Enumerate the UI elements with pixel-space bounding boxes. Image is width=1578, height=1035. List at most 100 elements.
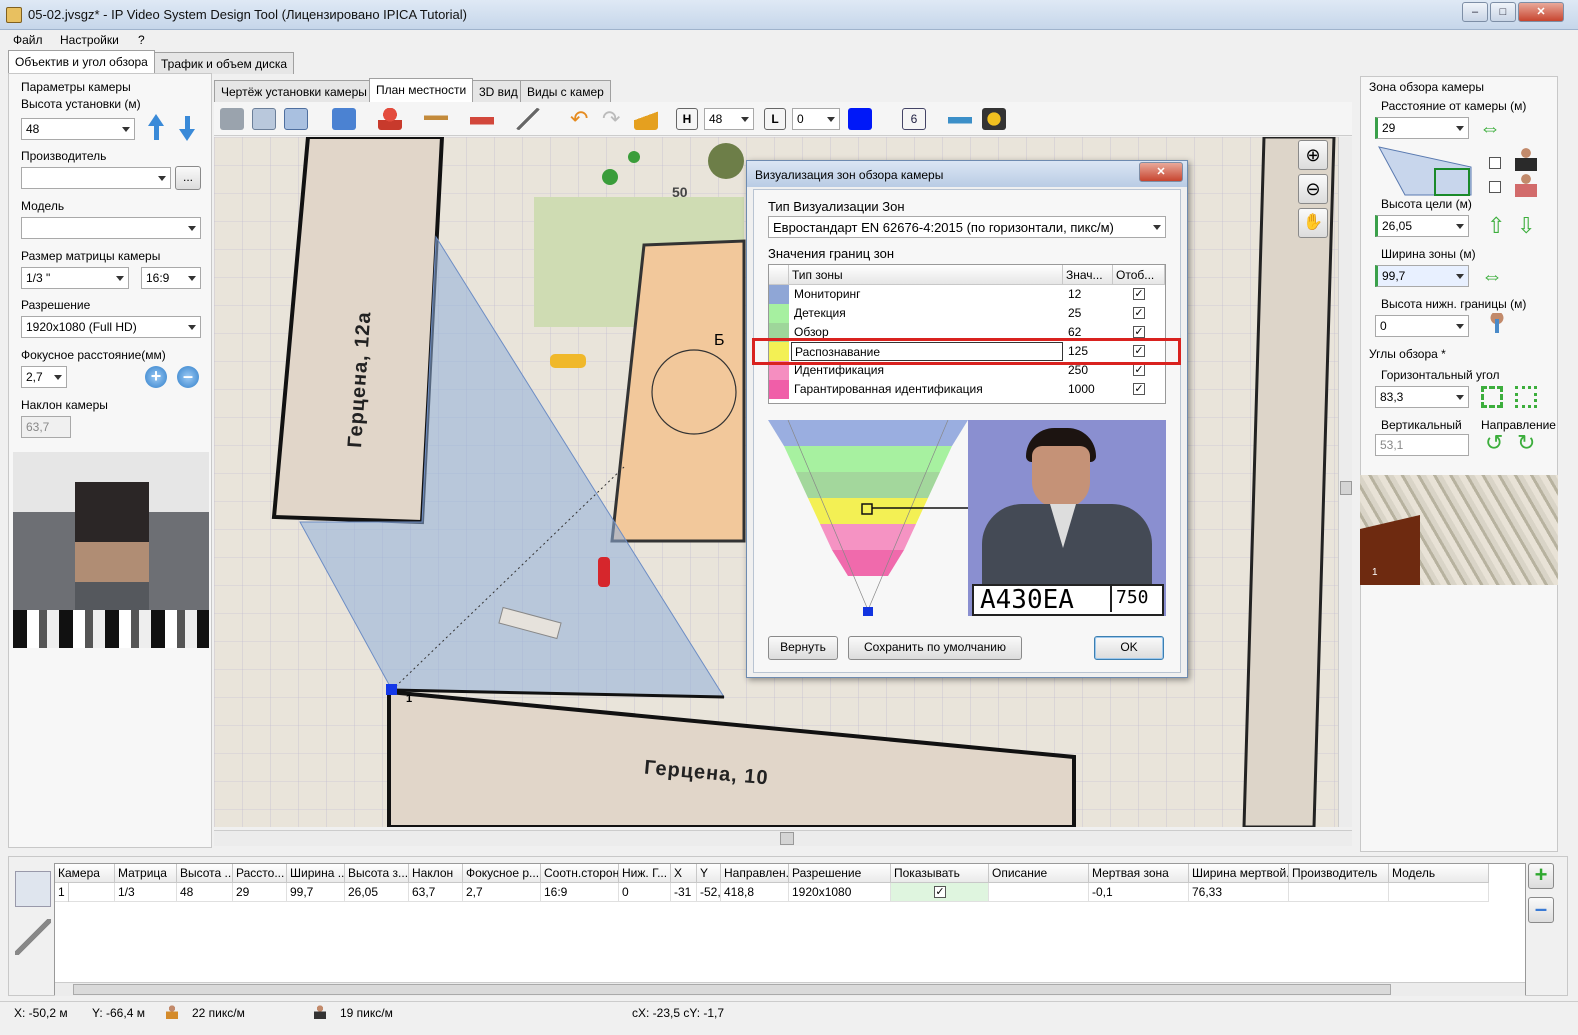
table-header[interactable]: Направлен... [721,864,789,883]
table-header[interactable]: Соотн.сторон [541,864,619,883]
menu-help[interactable]: ? [138,33,145,47]
table-header[interactable]: Камера [55,864,115,883]
table-cell[interactable]: 1920x1080 [789,883,891,902]
manufacturer-combo[interactable] [21,167,171,189]
resolution-combo[interactable]: 1920x1080 (Full HD) [21,316,201,338]
row-indicator[interactable] [55,883,69,902]
table-cell[interactable]: 418,8 [721,883,789,902]
zone-value[interactable]: 25 [1065,304,1113,323]
ok-button[interactable]: OK [1094,636,1164,660]
zone-value[interactable]: 12 [1065,285,1113,304]
male-target-icon[interactable] [1515,147,1537,171]
table-header[interactable]: Фокусное р... [463,864,541,883]
tab-drawing[interactable]: Чертёж установки камеры [214,80,374,102]
camera-tool-icon[interactable] [220,108,244,130]
table-cell[interactable]: -52,8 [697,883,721,902]
table-header[interactable]: Y [697,864,721,883]
table-hscroll-thumb[interactable] [73,984,1391,995]
map-vscroll-thumb[interactable] [1340,481,1352,495]
zoom-out-icon[interactable]: ⊖ [1298,174,1328,204]
table-cell[interactable]: 0 [619,883,671,902]
tab-lens[interactable]: Объектив и угол обзора [8,50,155,74]
table-cell[interactable] [1389,883,1489,902]
table-header[interactable]: X [671,864,697,883]
layer-icon[interactable]: 6 [902,108,926,130]
h-value-combo[interactable]: 48 [704,108,754,130]
table-header[interactable]: Мертвая зона [1089,864,1189,883]
clear-tool-icon[interactable] [634,108,658,130]
table-cell[interactable] [989,883,1089,902]
menu-settings[interactable]: Настройки [60,33,119,47]
pencil-tool-icon[interactable] [516,108,540,130]
zone-show-checkbox[interactable]: ✓ [1133,288,1145,300]
distance-left-icon[interactable]: ⇔ [1479,117,1501,139]
hangle-combo[interactable]: 83,3 [1375,386,1469,408]
table-header[interactable]: Производитель [1289,864,1389,883]
person-tool-icon[interactable] [378,108,402,130]
tab-camera-views[interactable]: Виды с камер [520,80,611,102]
tab-traffic[interactable]: Трафик и объем диска [154,52,294,74]
dialog-close-button[interactable]: ✕ [1139,162,1183,182]
close-button[interactable]: ✕ [1518,2,1564,22]
tape-measure-icon[interactable] [982,108,1006,130]
tab-site-plan[interactable]: План местности [369,78,474,102]
zone-header-type[interactable]: Тип зоны [789,265,1063,285]
table-header[interactable]: Ширина ... [287,864,345,883]
map-hscrollbar[interactable] [214,830,1352,846]
l-value-combo[interactable]: 0 [792,108,840,130]
pan-hand-icon[interactable]: ✋ [1298,208,1328,238]
height-up-icon[interactable] [148,114,164,126]
browse-button[interactable]: ... [175,166,201,190]
table-cell[interactable]: -31 [671,883,697,902]
zone-header-value[interactable]: Знач... [1063,265,1113,285]
table-header[interactable]: Наклон [409,864,463,883]
female-target-icon[interactable] [1515,173,1537,197]
table-header[interactable]: Модель [1389,864,1489,883]
zoom-out-focal-icon[interactable]: – [177,366,199,388]
target-person-checkbox-1[interactable] [1489,157,1501,169]
table-cell[interactable]: 16:9 [541,883,619,902]
bench-tool-icon[interactable] [424,108,448,130]
scene-thumbnail[interactable]: 1 [1360,475,1558,585]
model-combo[interactable] [21,217,201,239]
cameras-list-icon[interactable] [15,871,51,907]
color-picker-swatch[interactable] [848,108,872,130]
map-hscroll-thumb[interactable] [780,832,794,845]
table-cell[interactable]: 1/3 [115,883,177,902]
remove-camera-button[interactable]: – [1528,897,1554,923]
focal-combo[interactable]: 2,7 [21,366,67,388]
menu-file[interactable]: Файл [13,33,43,47]
print-tool-icon[interactable] [948,108,972,130]
table-cell[interactable]: 63,7 [409,883,463,902]
table-cell[interactable]: 76,33 [1189,883,1289,902]
zone-type-combo[interactable]: Евростандарт EN 62676-4:2015 (по горизон… [768,216,1166,238]
table-header[interactable]: Высота з... [345,864,409,883]
target-height-up-icon[interactable]: ⇧ [1487,215,1505,237]
height-down-icon[interactable] [179,129,195,141]
map-vscrollbar[interactable] [1338,137,1352,827]
save-default-button[interactable]: Сохранить по умолчанию [848,636,1022,660]
table-cell[interactable]: 26,05 [345,883,409,902]
window-tool-icon[interactable] [284,108,308,130]
table-header[interactable]: Ширина мертвой... [1189,864,1289,883]
table-cell[interactable]: 48 [177,883,233,902]
draw-list-icon[interactable] [15,919,51,955]
hangle-expand-icon[interactable] [1481,386,1503,408]
table-cell[interactable]: ✓ [891,883,989,902]
lower-bound-combo[interactable]: 0 [1375,315,1469,337]
rotate-left-icon[interactable]: ↺ [1485,432,1503,454]
tab-3d-view[interactable]: 3D вид [472,80,525,102]
hangle-shrink-icon[interactable] [1515,386,1537,408]
table-cell[interactable]: 99,7 [287,883,345,902]
table-header[interactable]: Разрешение [789,864,891,883]
zoom-in-icon[interactable]: ⊕ [1298,140,1328,170]
target-height-combo[interactable]: 26,05 [1375,215,1469,237]
show-camera-checkbox[interactable]: ✓ [934,886,946,898]
table-header[interactable]: Высота ... [177,864,233,883]
rotate-right-icon[interactable]: ↻ [1517,432,1535,454]
zone-show-checkbox[interactable]: ✓ [1133,326,1145,338]
zone-color-swatch[interactable] [769,285,789,304]
zone-show-checkbox[interactable]: ✓ [1133,364,1145,376]
redo-icon[interactable]: ↷ [602,108,626,130]
car-tool-icon[interactable] [470,108,494,130]
